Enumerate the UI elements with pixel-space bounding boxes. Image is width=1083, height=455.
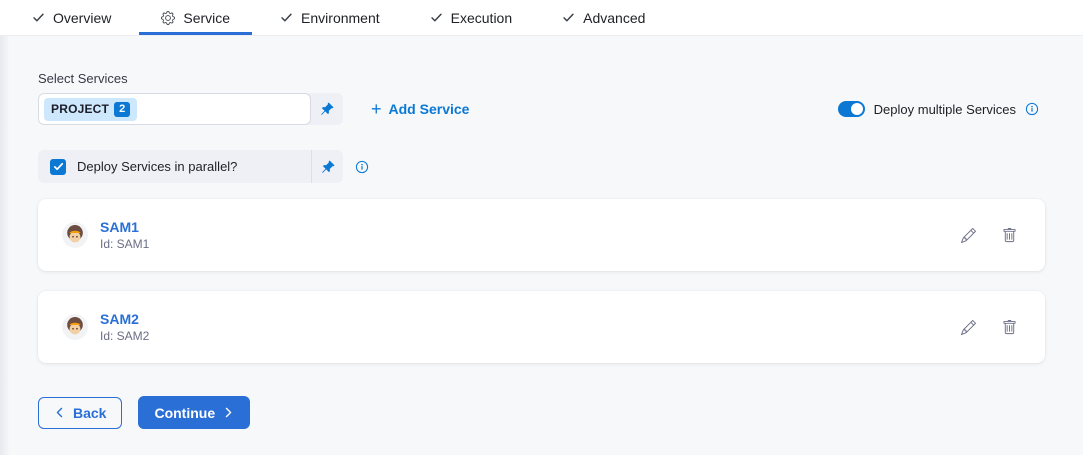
select-services-label: Select Services	[38, 71, 1045, 86]
service-card: SAM2 Id: SAM2	[38, 291, 1045, 363]
services-row: PROJECT 2 + Add Service Deploy multiple …	[38, 93, 1045, 125]
tab-execution[interactable]: Execution	[408, 0, 534, 35]
chevron-right-icon	[223, 405, 234, 421]
check-icon	[562, 11, 575, 24]
edit-pencil-icon[interactable]	[961, 320, 976, 335]
project-chip[interactable]: PROJECT 2	[44, 98, 137, 121]
plus-icon: +	[371, 100, 382, 118]
tab-label: Environment	[301, 10, 380, 26]
tab-service[interactable]: Service	[139, 0, 252, 35]
info-icon[interactable]	[1025, 102, 1039, 116]
service-cards: SAM1 Id: SAM1 SAM2 Id: SAM2	[38, 199, 1045, 363]
deploy-multiple-toggle[interactable]	[838, 101, 865, 117]
continue-button-label: Continue	[154, 405, 215, 421]
services-input[interactable]: PROJECT 2	[38, 93, 311, 125]
tab-overview[interactable]: Overview	[10, 0, 133, 35]
delete-trash-icon[interactable]	[1002, 228, 1017, 243]
tab-label: Service	[183, 10, 230, 26]
footer-actions: Back Continue	[38, 396, 1045, 429]
edit-pencil-icon[interactable]	[961, 228, 976, 243]
parallel-row: Deploy Services in parallel?	[38, 150, 1045, 183]
project-chip-label: PROJECT	[51, 102, 109, 116]
service-name-link[interactable]: SAM2	[100, 311, 149, 327]
service-id: Id: SAM2	[100, 329, 149, 343]
pin-icon[interactable]	[312, 160, 343, 174]
check-icon	[430, 11, 443, 24]
toggle-knob	[851, 103, 863, 115]
tab-label: Advanced	[583, 10, 645, 26]
back-button-label: Back	[73, 405, 106, 421]
service-id: Id: SAM1	[100, 237, 149, 251]
chevron-left-icon	[54, 405, 65, 421]
continue-button[interactable]: Continue	[138, 396, 250, 429]
card-actions	[961, 320, 1017, 335]
deploy-multiple-label: Deploy multiple Services	[874, 102, 1016, 117]
check-icon	[280, 11, 293, 24]
card-actions	[961, 228, 1017, 243]
tab-label: Execution	[451, 10, 512, 26]
services-multiselect[interactable]: PROJECT 2	[38, 93, 343, 125]
tab-environment[interactable]: Environment	[258, 0, 402, 35]
service-avatar	[62, 314, 88, 340]
pin-icon[interactable]	[311, 93, 343, 125]
check-icon	[32, 11, 45, 24]
add-service-button[interactable]: + Add Service	[371, 100, 469, 118]
service-card: SAM1 Id: SAM1	[38, 199, 1045, 271]
service-name-link[interactable]: SAM1	[100, 219, 149, 235]
deploy-multiple-group: Deploy multiple Services	[838, 101, 1039, 117]
gear-icon	[161, 11, 175, 25]
tab-label: Overview	[53, 10, 111, 26]
add-service-label: Add Service	[389, 101, 470, 117]
delete-trash-icon[interactable]	[1002, 320, 1017, 335]
service-meta: SAM2 Id: SAM2	[100, 311, 149, 343]
info-icon[interactable]	[355, 160, 369, 174]
service-meta: SAM1 Id: SAM1	[100, 219, 149, 251]
parallel-checkbox[interactable]	[50, 159, 66, 175]
service-step-content: Select Services PROJECT 2 + Add Service …	[0, 36, 1083, 455]
parallel-label: Deploy Services in parallel?	[77, 159, 237, 174]
project-chip-count-badge: 2	[114, 102, 130, 117]
tab-advanced[interactable]: Advanced	[540, 0, 667, 35]
back-button[interactable]: Back	[38, 397, 122, 429]
parallel-checkbox-row[interactable]: Deploy Services in parallel?	[38, 150, 343, 183]
service-avatar	[62, 222, 88, 248]
step-tabbar: Overview Service Environment Execution A…	[0, 0, 1083, 36]
